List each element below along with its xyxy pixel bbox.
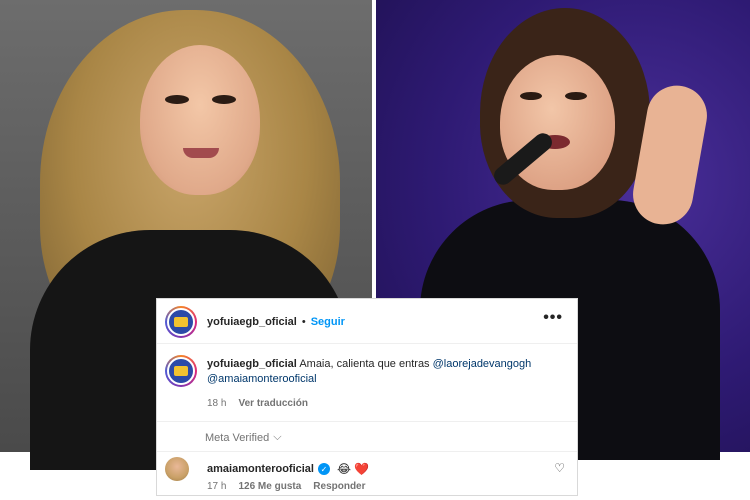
- avatar-inner: [167, 308, 195, 336]
- more-horizontal-icon[interactable]: •••: [543, 309, 563, 327]
- reply-button[interactable]: Responder: [313, 481, 365, 492]
- person-left-mouth: [183, 148, 219, 158]
- header-divider: [157, 343, 577, 344]
- reply-divider: [157, 451, 577, 452]
- emoji-laugh: 😂: [336, 462, 352, 476]
- comment-author-avatar[interactable]: [165, 355, 197, 387]
- post-header: yofuiaegb_oficial • Seguir: [165, 306, 345, 338]
- reply-comment: amaiamonterooficial ✓ 😂 ❤️: [165, 457, 369, 481]
- separator-dot: •: [301, 316, 306, 328]
- person-left-eye: [165, 95, 189, 104]
- comment-text: Amaia, calienta que entras: [299, 358, 430, 370]
- comment-meta: 18 h Ver traducción: [207, 398, 308, 409]
- mention-link[interactable]: @laorejadevangogh: [433, 358, 532, 370]
- reply-meta: 17 h 126 Me gusta Responder: [207, 481, 366, 492]
- emoji-heart: ❤️: [354, 462, 369, 476]
- post-author-avatar[interactable]: [165, 306, 197, 338]
- reply-likes[interactable]: 126 Me gusta: [238, 481, 301, 492]
- chevron-down-icon: ⌵: [273, 431, 282, 443]
- reply-time: 17 h: [207, 481, 227, 492]
- comment-body: yofuiaegb_oficial Amaia, calienta que en…: [207, 357, 567, 387]
- avatar-inner: [167, 357, 195, 385]
- translate-button[interactable]: Ver traducción: [238, 398, 307, 409]
- reply-author-avatar[interactable]: [165, 457, 189, 481]
- post-author-name[interactable]: yofuiaegb_oficial: [207, 316, 297, 328]
- comment-time: 18 h: [207, 398, 227, 409]
- comment-author-name[interactable]: yofuiaegb_oficial: [207, 358, 297, 370]
- person-left-face: [140, 45, 260, 195]
- reply-author-name[interactable]: amaiamonterooficial: [207, 463, 314, 475]
- heart-outline-icon[interactable]: ♡: [554, 461, 565, 475]
- mention-link[interactable]: @amaiamonterooficial: [207, 373, 317, 385]
- avatar-logo: [174, 366, 188, 376]
- instagram-comment-card: yofuiaegb_oficial • Seguir ••• yofuiaegb…: [156, 298, 578, 496]
- comment-main: yofuiaegb_oficial Amaia, calienta que en…: [165, 355, 567, 387]
- follow-button[interactable]: Seguir: [311, 316, 345, 328]
- meta-divider: [157, 421, 577, 422]
- avatar-logo: [174, 317, 188, 327]
- meta-verified-label: Meta Verified: [205, 431, 270, 444]
- person-right-eye: [565, 92, 587, 100]
- verified-badge-icon: ✓: [317, 463, 330, 475]
- person-right-eye: [520, 92, 542, 100]
- meta-verified-toggle[interactable]: Meta Verified ⌵: [205, 431, 282, 444]
- person-left-eye: [212, 95, 236, 104]
